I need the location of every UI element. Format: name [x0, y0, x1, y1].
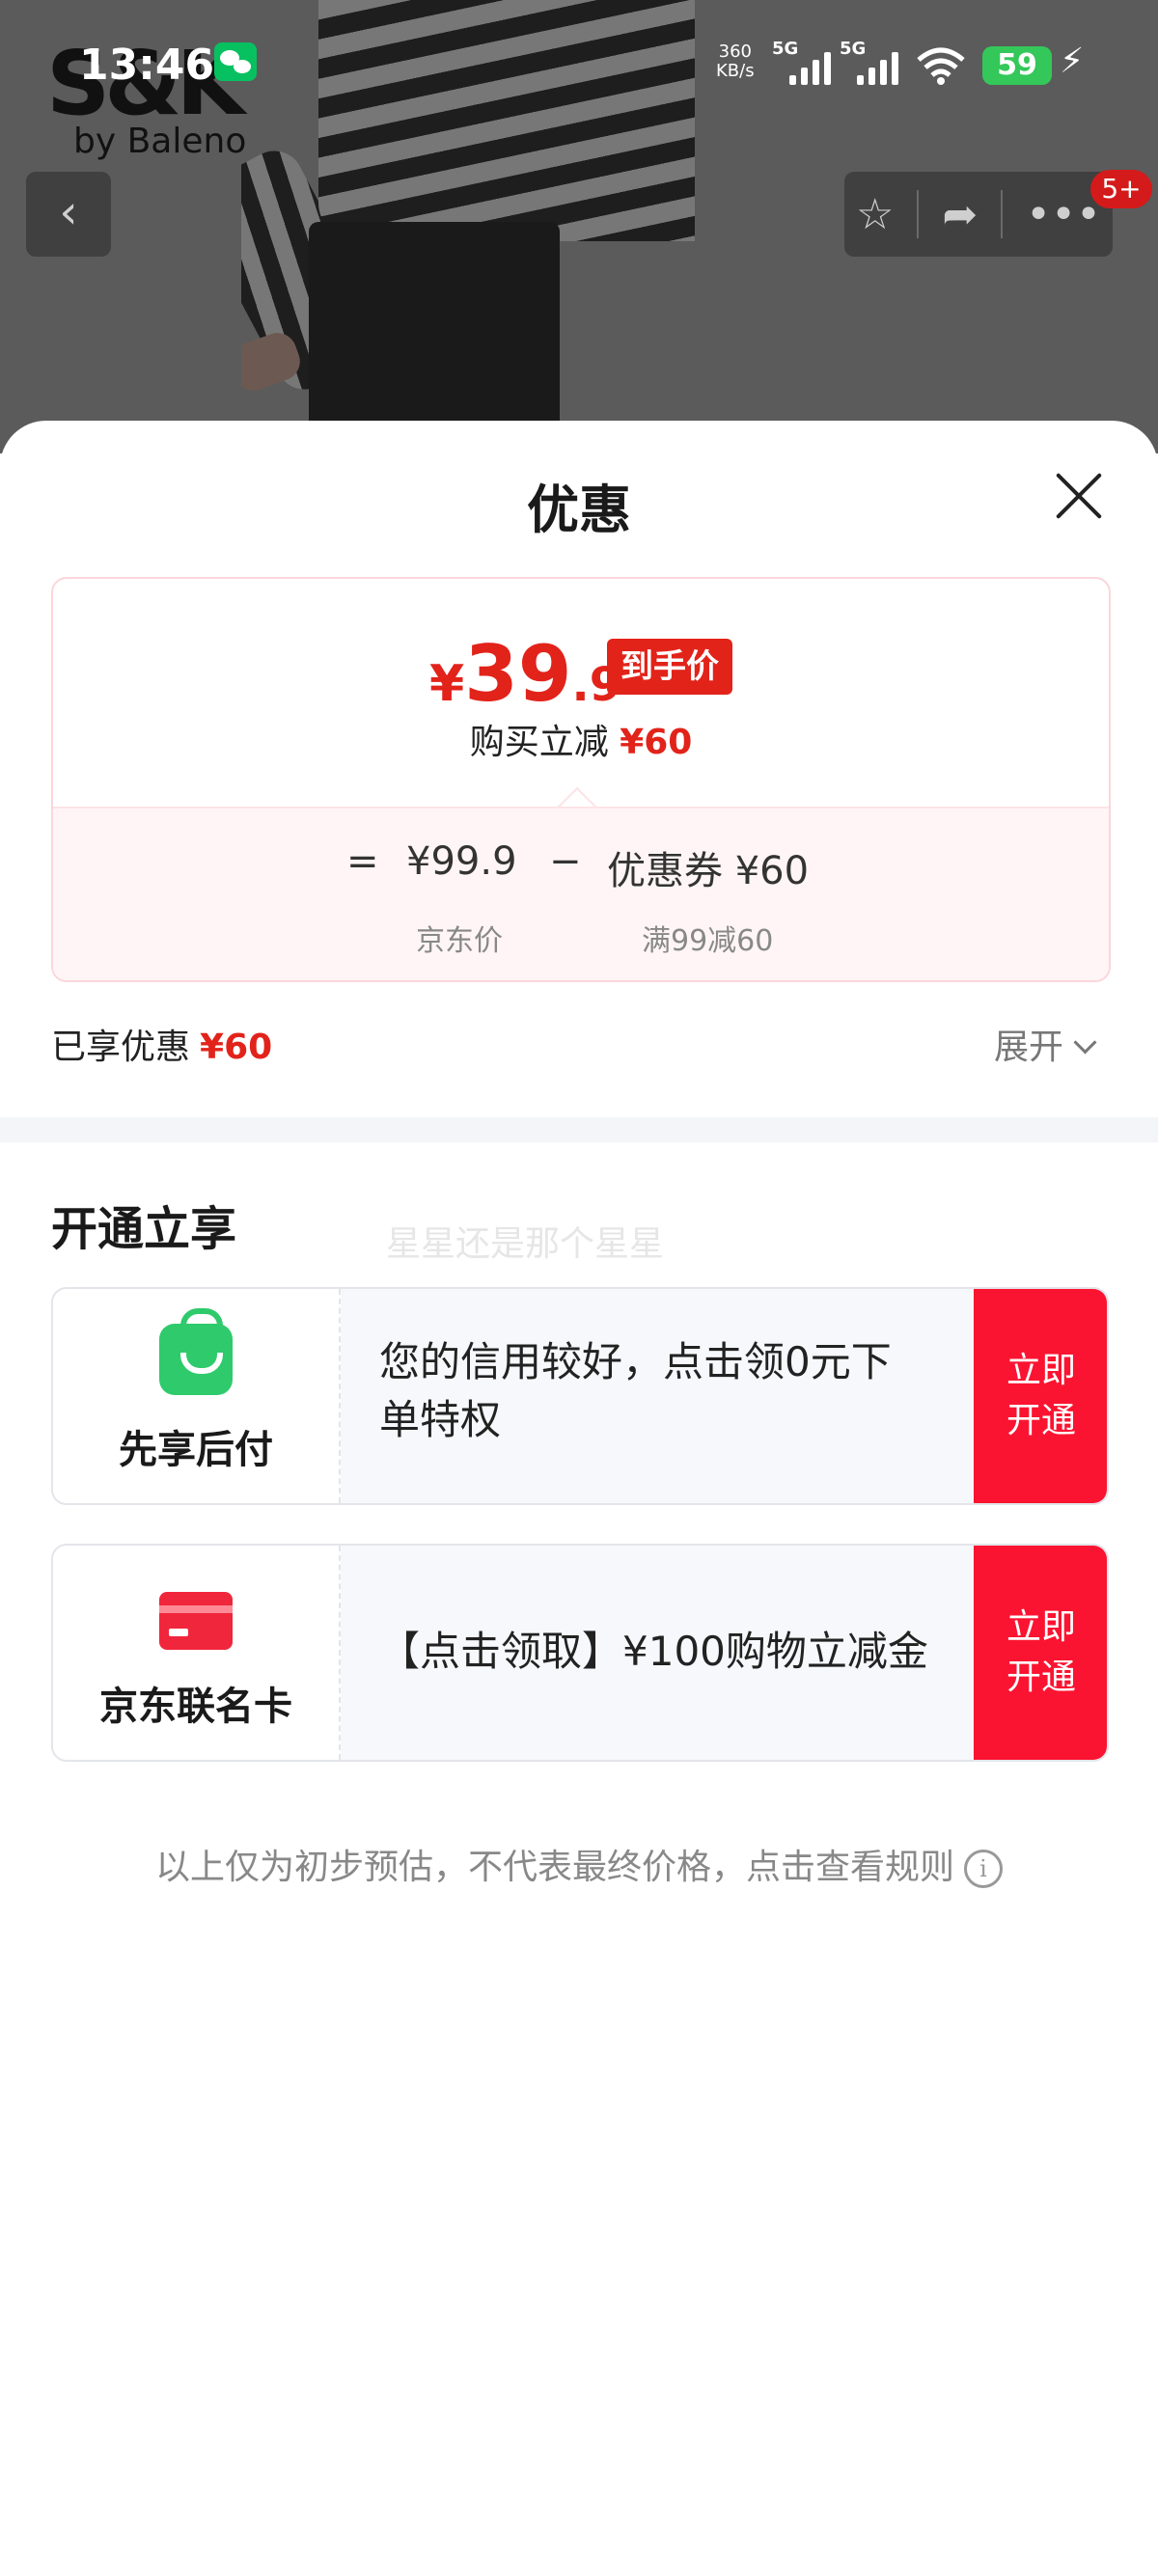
watermark: 星星还是那个星星	[386, 1224, 665, 1264]
signal-bars-2-icon	[857, 50, 898, 85]
more-icon[interactable]: •••	[1026, 190, 1101, 239]
final-price-tag: 到手价	[607, 639, 732, 695]
disclaimer-link[interactable]: 以上仅为初步预估，不代表最终价格，点击查看规则 i	[0, 1839, 1158, 1889]
final-price: ¥39.9	[429, 629, 622, 719]
network-speed: 360 KB/s	[716, 41, 755, 81]
offer-description: 【点击领取】¥100购物立减金	[379, 1628, 928, 1675]
wechat-icon	[214, 42, 257, 81]
price-breakdown: = ¥99.9 − 优惠券 ¥60 京东价 满99减60	[53, 807, 1109, 980]
offer-name: 京东联名卡	[99, 1685, 292, 1729]
chevron-left-icon: ‹	[59, 185, 78, 239]
battery-indicator: 59	[982, 46, 1052, 85]
signal-bars-1-icon	[789, 50, 831, 85]
chevron-down-icon	[1073, 1030, 1097, 1055]
nav-actions: ☆ ➦ •••	[844, 172, 1113, 257]
share-icon[interactable]: ➦	[942, 190, 978, 239]
jd-price-label: 京东价	[416, 924, 503, 958]
wifi-icon	[917, 47, 965, 85]
credit-card-icon	[159, 1592, 233, 1650]
activate-button[interactable]: 立即开通	[974, 1546, 1107, 1760]
status-bar: 13:46 360 KB/s 5G 5G 59 ⚡	[0, 0, 1158, 135]
equals-sign: =	[346, 839, 379, 884]
minus-sign: −	[549, 839, 582, 884]
charging-icon: ⚡	[1060, 41, 1085, 81]
close-icon[interactable]	[1052, 469, 1106, 523]
expand-button[interactable]: 展开	[994, 1019, 1097, 1069]
star-icon[interactable]: ☆	[856, 190, 894, 239]
info-icon: i	[964, 1850, 1003, 1888]
status-time: 13:46	[79, 41, 215, 90]
discount-sheet: 优惠 ¥39.9 到手价 购买立减 ¥60 = ¥99.9 − 优惠券 ¥60 …	[0, 421, 1158, 2576]
section-divider	[0, 1117, 1158, 1142]
offer-card-cobrand-card[interactable]: 京东联名卡 【点击领取】¥100购物立减金 立即开通	[51, 1544, 1109, 1762]
jd-price: ¥99.9	[406, 839, 517, 884]
coupon-amount: 优惠券 ¥60	[607, 849, 810, 893]
price-card: ¥39.9 到手价 购买立减 ¥60 = ¥99.9 − 优惠券 ¥60 京东价…	[51, 577, 1111, 982]
offer-card-pay-later[interactable]: 先享后付 您的信用较好，点击领0元下单特权 立即开通	[51, 1287, 1109, 1505]
offer-description: 您的信用较好，点击领0元下单特权	[379, 1338, 892, 1443]
enjoyed-discount: 已享优惠 ¥60	[51, 1028, 273, 1067]
shopping-bag-icon	[159, 1308, 233, 1395]
purchase-reduction: 购买立减 ¥60	[469, 723, 693, 762]
coupon-rule: 满99减60	[642, 924, 774, 958]
sheet-title: 优惠	[527, 480, 631, 540]
activate-button[interactable]: 立即开通	[974, 1289, 1107, 1503]
back-button[interactable]: ‹	[26, 172, 111, 257]
offer-name: 先享后付	[119, 1428, 273, 1472]
section-title: 开通立享	[51, 1202, 237, 1256]
message-badge: 5+	[1090, 170, 1152, 208]
